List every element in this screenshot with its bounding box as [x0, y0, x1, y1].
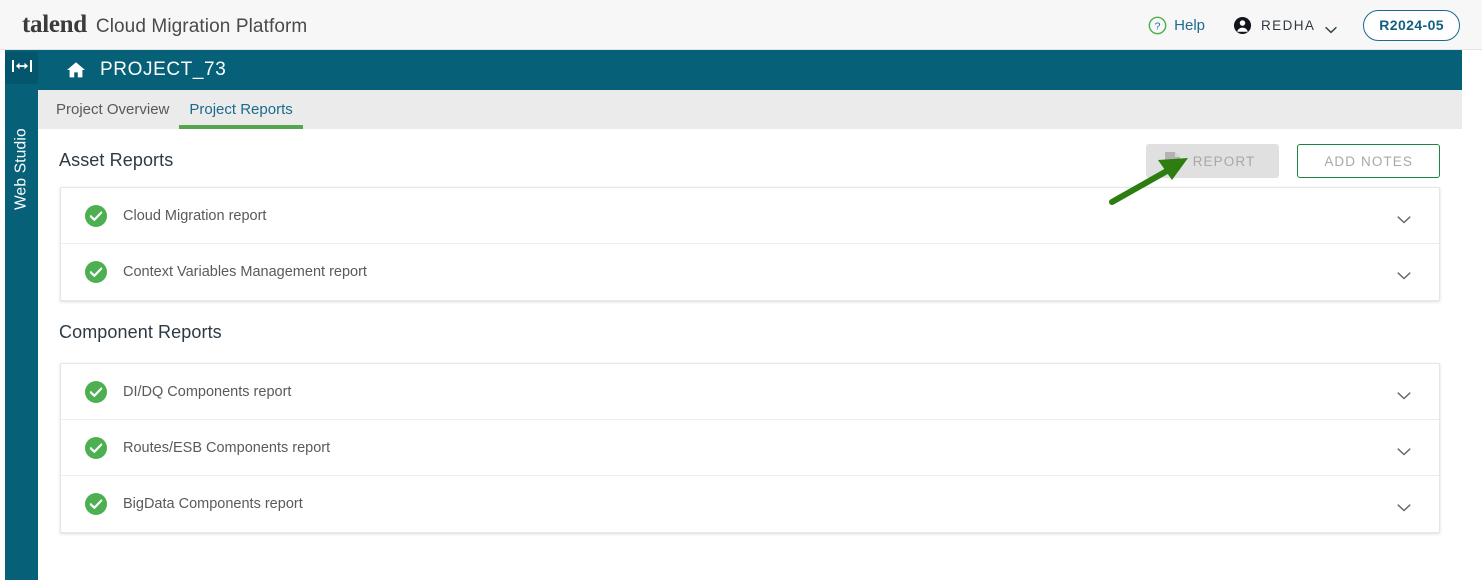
chevron-down-icon[interactable] [1397, 500, 1411, 512]
add-notes-button[interactable]: ADD NOTES [1297, 144, 1440, 178]
project-name: PROJECT_73 [100, 59, 227, 80]
chevron-down-icon[interactable] [1397, 211, 1411, 224]
product-title: Cloud Migration Platform [95, 15, 308, 37]
user-name: REDHA [1261, 17, 1316, 33]
chevron-down-icon [1325, 21, 1337, 34]
rail-collapse-toggle[interactable] [5, 52, 38, 84]
help-button[interactable]: ? Help [1148, 16, 1205, 35]
question-circle-icon: ? [1148, 16, 1167, 35]
tab-label: Project Reports [189, 101, 293, 118]
list-item[interactable]: Routes/ESB Components report [61, 420, 1439, 476]
reports-panel: Asset Reports REPORT ADD NOTES Cloud Mig… [38, 129, 1462, 580]
chevron-down-icon[interactable] [1397, 443, 1411, 456]
tab-project-overview[interactable]: Project Overview [46, 90, 179, 129]
list-item-label: BigData Components report [123, 496, 303, 512]
left-rail: Web Studio [5, 50, 38, 580]
list-item-label: Routes/ESB Components report [123, 439, 331, 456]
app-window: talend Cloud Migration Platform ? Help R… [0, 0, 1482, 580]
list-item-label: Cloud Migration report [123, 207, 267, 224]
svg-text:?: ? [1155, 21, 1161, 32]
add-notes-button-label: ADD NOTES [1324, 153, 1413, 169]
tab-project-reports[interactable]: Project Reports [179, 90, 304, 129]
list-item[interactable]: DI/DQ Components report [61, 364, 1439, 420]
report-button-label: REPORT [1192, 153, 1256, 169]
list-item-label: DI/DQ Components report [123, 383, 292, 400]
person-icon [1233, 16, 1252, 35]
rail-label-web-studio[interactable]: Web Studio [5, 94, 38, 244]
component-reports-card: DI/DQ Components report Routes/ESB Compo… [60, 363, 1440, 533]
release-version-badge[interactable]: R2024-05 [1363, 9, 1460, 41]
check-circle-icon [85, 493, 107, 515]
list-item[interactable]: Context Variables Management report [61, 244, 1439, 300]
home-icon[interactable] [66, 61, 86, 79]
list-item[interactable]: Cloud Migration report [61, 188, 1439, 244]
check-circle-icon [85, 204, 107, 227]
component-reports-header: Component Reports [38, 301, 1462, 363]
asset-reports-card: Cloud Migration report Context Variables… [60, 187, 1440, 301]
list-item-label: Context Variables Management report [123, 264, 367, 280]
help-label: Help [1174, 16, 1206, 34]
top-bar: talend Cloud Migration Platform ? Help R… [0, 0, 1482, 50]
talend-logo: talend [22, 10, 87, 38]
project-header: PROJECT_73 [38, 50, 1462, 90]
asset-reports-actions: REPORT ADD NOTES [1145, 144, 1440, 178]
expand-horizontal-icon [11, 58, 33, 79]
asset-reports-header: Asset Reports REPORT ADD NOTES [38, 129, 1462, 191]
check-circle-icon [85, 261, 107, 283]
list-item[interactable]: BigData Components report [61, 476, 1439, 532]
content-area: PROJECT_73 Project Overview Project Repo… [38, 50, 1482, 580]
top-bar-right: ? Help REDHA R2024-05 [1148, 0, 1482, 50]
check-circle-icon [85, 380, 107, 403]
document-chart-icon [1164, 151, 1181, 171]
chevron-down-icon[interactable] [1397, 387, 1411, 400]
page-title: Asset Reports [59, 149, 174, 170]
tab-bar: Project Overview Project Reports [38, 90, 1462, 129]
chevron-down-icon[interactable] [1397, 268, 1411, 280]
brand: talend Cloud Migration Platform [22, 11, 307, 39]
tab-label: Project Overview [56, 101, 170, 118]
user-menu[interactable]: REDHA [1233, 16, 1337, 35]
report-button[interactable]: REPORT [1145, 144, 1280, 178]
section-title: Component Reports [59, 321, 222, 342]
check-circle-icon [85, 436, 107, 459]
